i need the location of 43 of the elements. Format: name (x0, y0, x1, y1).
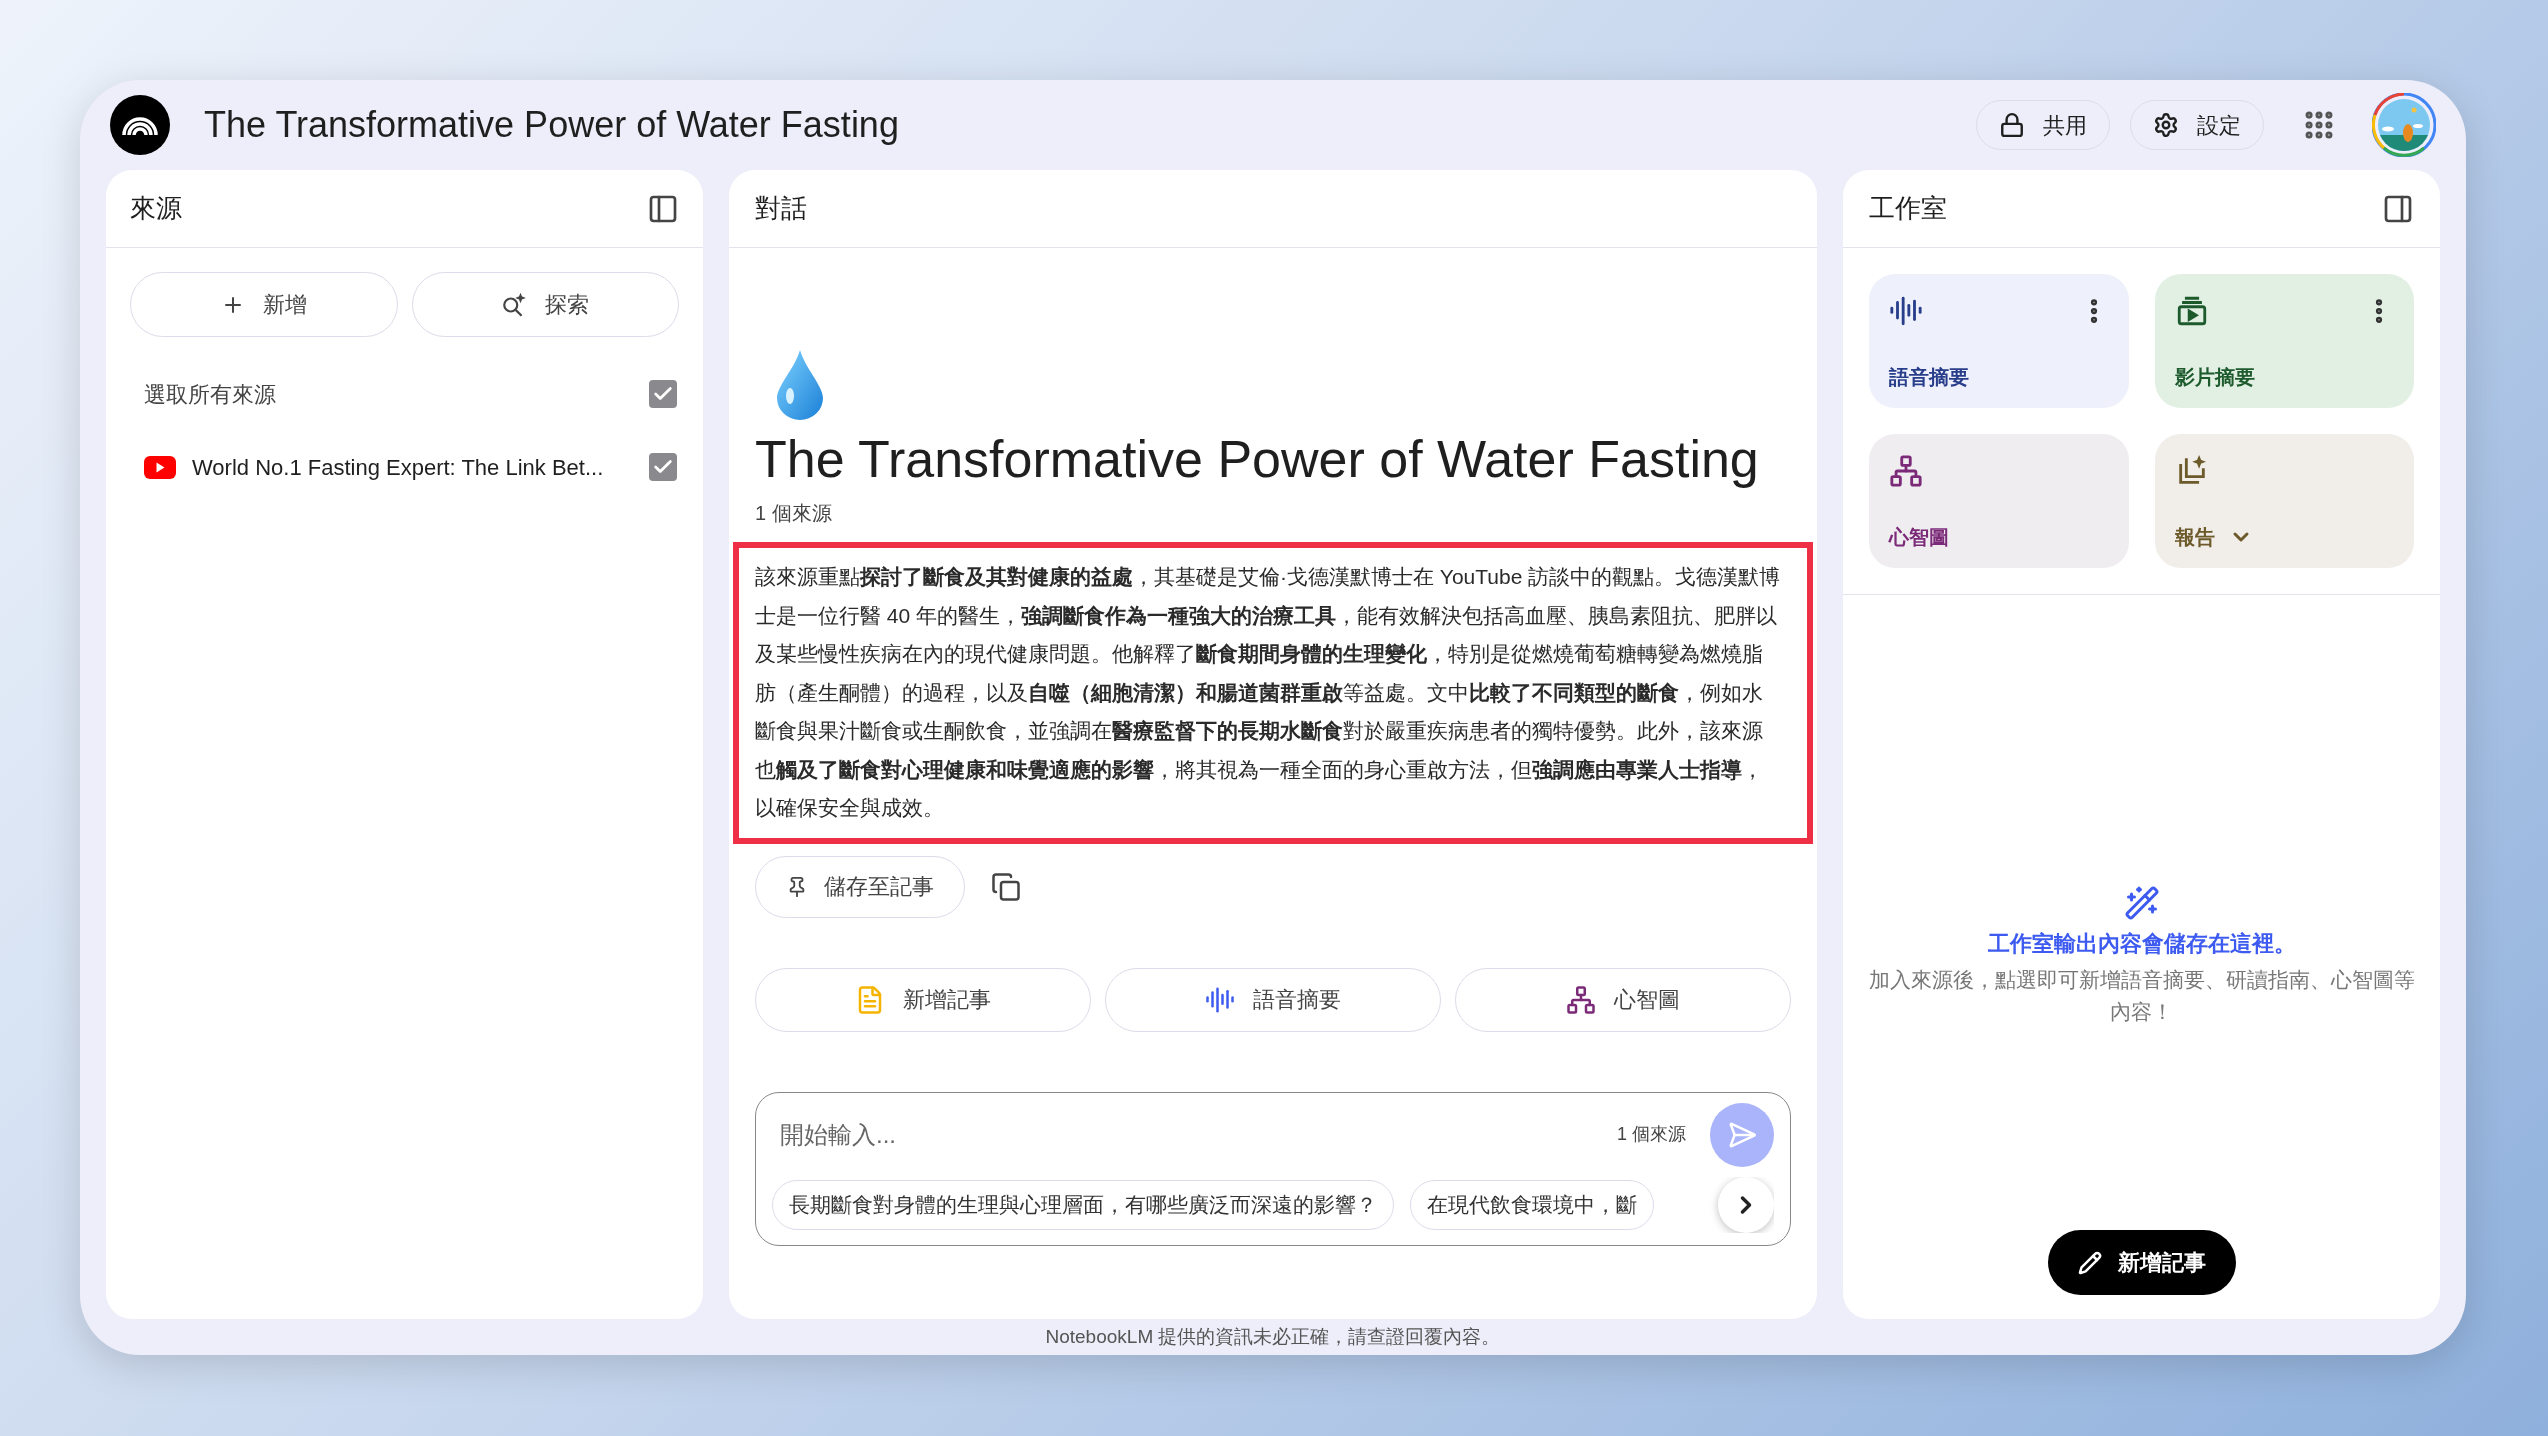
source-count: 1 個來源 (755, 501, 833, 527)
source-count: 1 個來源 (1617, 1123, 1686, 1147)
add-note-button[interactable]: 新增記事 (2047, 1230, 2236, 1295)
suggestion-chip[interactable]: 在現代飲食環境中，斷 (1410, 1179, 1654, 1230)
water-drop-icon (775, 348, 825, 420)
tool-label: 報告 (2174, 525, 2215, 550)
send-icon (1727, 1119, 1757, 1150)
settings-icon (2153, 112, 2179, 138)
panel-title: 來源 (130, 192, 182, 225)
audio-waveform-icon (1889, 294, 1923, 328)
suggestion-chip[interactable]: 長期斷食對身體的生理與心理層面，有哪些廣泛而深遠的影響？ (772, 1179, 1394, 1230)
lock-icon (1999, 112, 2025, 138)
select-all-label: 選取所有來源 (144, 380, 276, 409)
studio-tool-card[interactable]: 影片摘要 (2154, 274, 2414, 408)
source-title[interactable]: World No.1 Fasting Expert: The Link Bet... (192, 450, 604, 484)
chat-input-box[interactable]: 開始輸入... 1 個來源 長期斷食對身體的生理與心理層面，有哪些廣泛而深遠的影響？ 在現代飲食環境中，斷 (755, 1091, 1791, 1246)
pencil-icon (2077, 1250, 2102, 1275)
search-sparkle-icon (501, 291, 528, 318)
notebook-heading: The Transformative Power of Water Fasting (755, 429, 1760, 490)
studio-tool-card[interactable]: 心智圖 (1869, 434, 2129, 568)
panel-title: 對話 (755, 192, 807, 225)
tool-label: 語音摘要 (1889, 365, 1969, 390)
notebook-title: The Transformative Power of Water Fasting (204, 103, 899, 147)
empty-description: 加入來源後，點選即可新增語音摘要、研讀指南、心智圖等內容！ (1867, 967, 2416, 1025)
summary-text: 該來源重點探討了斷食及其對健康的益處，其基礎是艾倫·戈德漢默博士在 YouTube 訪談中的觀點。戈德漢默博士是一位行醫 40 年的醫生，強調斷食作為一種強大的治療工具，能有效解決包括高血壓、胰島素阻抗、肥胖以及某些慢性疾病在內的現代健康問題。他解釋了斷食期間身體的生理變化，特別是從燃燒葡萄糖轉變為燃燒脂肪（產生酮體）的過程，以及自噬（細胞清潔）和腸道菌群重啟等益處。文中比較了不同類型的斷食，例如水斷食與果汁斷食或生酮飲食，並強調在醫療監督下的長期水斷食對於嚴重疾病患者的獨特優勢。此外，該來源也觸及了斷食對心理健康和味覺適應的影響，將其視為一種全面的身心重啟方法，但強調應由專業人士指導，以確保安全與成效。 (755, 564, 1782, 822)
settings-button[interactable]: 設定 (2130, 100, 2264, 150)
disclaimer-text: NotebookLM 提供的資訊未必正確，請查證回覆內容。 (1045, 1324, 1501, 1349)
magic-wand-icon (2123, 885, 2160, 921)
logo-icon (110, 95, 170, 155)
tool-label: 影片摘要 (2174, 365, 2255, 390)
studio-tool-card[interactable]: 報告 (2154, 434, 2414, 568)
share-button[interactable]: 共用 (1976, 100, 2110, 150)
video-play-icon (144, 455, 176, 479)
empty-title: 工作室輸出內容會儲存在這裡。 (1987, 930, 2296, 958)
scroll-right-button[interactable] (1718, 1176, 1774, 1233)
mind-map-icon (1889, 454, 1923, 488)
checkbox[interactable] (649, 380, 677, 408)
panel-title: 工作室 (1869, 192, 1947, 225)
checkbox[interactable] (649, 453, 677, 481)
mind-map-icon (1566, 984, 1596, 1015)
copy-icon[interactable] (991, 871, 1021, 902)
tool-label: 心智圖 (1889, 525, 1949, 550)
studio-tool-card[interactable]: 語音摘要 (1869, 274, 2129, 408)
